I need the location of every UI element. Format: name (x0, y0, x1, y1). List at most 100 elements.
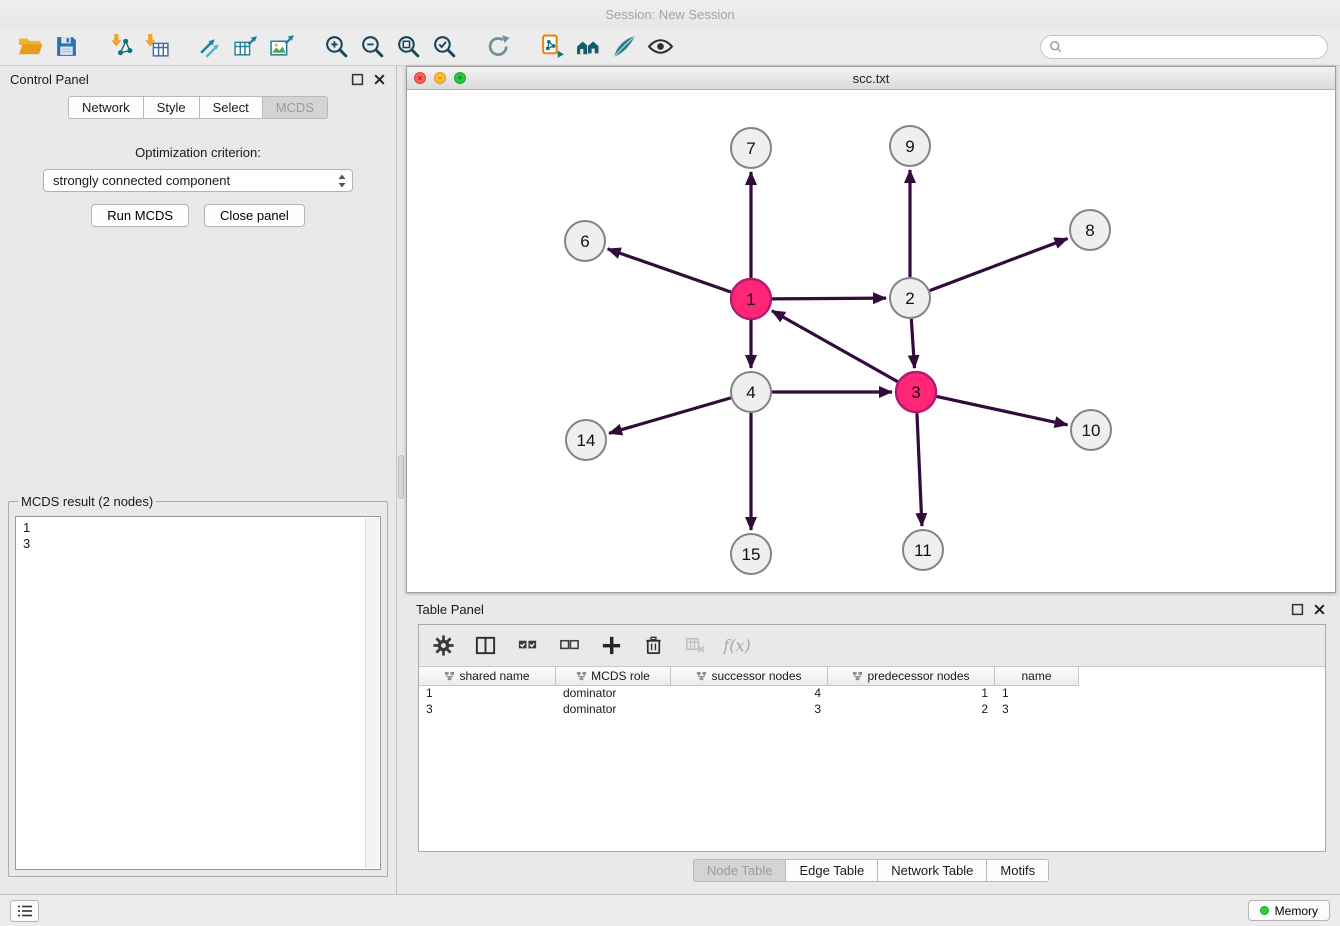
network-window: scc.txt × − + 7 9 6 8 1 2 4 3 14 10 15 11 (406, 66, 1336, 593)
graph-node[interactable]: 2 (890, 278, 930, 318)
graph-edges (608, 170, 1068, 530)
graph-node[interactable]: 1 (731, 279, 771, 319)
graph-edge[interactable] (608, 249, 732, 292)
tab-network[interactable]: Network (68, 96, 144, 119)
graph-edge[interactable] (609, 398, 731, 433)
ndex-import-button[interactable] (534, 31, 570, 63)
search-box[interactable] (1040, 35, 1328, 59)
columns-icon (474, 634, 497, 657)
graph-edge[interactable] (937, 396, 1068, 424)
control-panel: Control Panel Network Style Select MCDS … (0, 66, 397, 894)
search-input[interactable] (1068, 40, 1319, 54)
mcds-result-list[interactable]: 1 3 (15, 516, 381, 870)
float-panel-icon[interactable] (1291, 603, 1304, 616)
network-graph[interactable]: 7 9 6 8 1 2 4 3 14 10 15 11 (407, 90, 1335, 592)
graph-edge[interactable] (911, 319, 914, 368)
save-session-button[interactable] (48, 31, 84, 63)
tab-style[interactable]: Style (144, 96, 200, 119)
export-image-button[interactable] (264, 31, 300, 63)
deselect-all-columns-button[interactable] (555, 632, 583, 660)
graph-node[interactable]: 10 (1071, 410, 1111, 450)
table-cell[interactable]: 1 (828, 686, 995, 702)
graph-node-label: 10 (1082, 421, 1101, 440)
open-file-button[interactable] (12, 31, 48, 63)
apply-style-button[interactable] (606, 31, 642, 63)
network-window-titlebar[interactable]: scc.txt × − + (407, 67, 1335, 90)
import-network-button[interactable] (102, 31, 138, 63)
export-table-button[interactable] (228, 31, 264, 63)
graph-node[interactable]: 3 (896, 372, 936, 412)
table-cell[interactable]: 3 (995, 702, 1079, 718)
zoom-in-button[interactable] (318, 31, 354, 63)
window-controls: × − + (414, 72, 466, 84)
table-cell[interactable]: 1 (995, 686, 1079, 702)
table-options-button[interactable] (429, 632, 457, 660)
graph-node-label: 11 (914, 541, 932, 560)
table-cell[interactable]: 1 (419, 686, 556, 702)
graph-node[interactable]: 7 (731, 128, 771, 168)
float-panel-icon[interactable] (351, 73, 364, 86)
panel-splitter[interactable] (398, 455, 404, 499)
mcds-result-title: MCDS result (2 nodes) (18, 494, 156, 509)
table-row[interactable]: 3dominator323 (419, 702, 1325, 718)
zoom-fit-button[interactable] (390, 31, 426, 63)
zoom-fit-icon (395, 33, 422, 60)
graph-edge[interactable] (772, 311, 898, 382)
table-cell[interactable]: dominator (556, 702, 671, 718)
tab-select[interactable]: Select (200, 96, 263, 119)
column-header-mcds-role[interactable]: MCDS role (556, 667, 671, 686)
graph-node[interactable]: 14 (566, 420, 606, 460)
show-columns-button[interactable] (471, 632, 499, 660)
graph-node[interactable]: 15 (731, 534, 771, 574)
show-graphics-details-button[interactable] (642, 31, 678, 63)
criterion-select[interactable]: strongly connected component (43, 169, 353, 192)
graph-edge[interactable] (772, 298, 886, 299)
maximize-window-button[interactable]: + (454, 72, 466, 84)
result-scrollbar[interactable] (365, 518, 379, 868)
import-table-button[interactable] (138, 31, 174, 63)
zoom-selected-button[interactable] (426, 31, 462, 63)
close-panel-icon[interactable] (373, 73, 386, 86)
column-header-successor-nodes[interactable]: successor nodes (671, 667, 828, 686)
apply-layout-button[interactable] (480, 31, 516, 63)
delete-column-button[interactable] (639, 632, 667, 660)
run-mcds-button[interactable]: Run MCDS (91, 204, 189, 227)
close-panel-button[interactable]: Close panel (204, 204, 305, 227)
tab-node-table[interactable]: Node Table (693, 859, 787, 882)
graph-node[interactable]: 8 (1070, 210, 1110, 250)
graph-node-label: 7 (746, 139, 755, 158)
graph-node[interactable]: 4 (731, 372, 771, 412)
control-panel-title: Control Panel (10, 72, 89, 87)
close-window-button[interactable]: × (414, 72, 426, 84)
ndex-home-button[interactable] (570, 31, 606, 63)
column-header-predecessor-nodes[interactable]: predecessor nodes (828, 667, 995, 686)
graph-edge[interactable] (917, 413, 922, 526)
show-panels-button[interactable] (10, 900, 39, 922)
tab-mcds[interactable]: MCDS (263, 96, 328, 119)
create-column-button[interactable] (597, 632, 625, 660)
select-all-columns-button[interactable] (513, 632, 541, 660)
tab-edge-table[interactable]: Edge Table (786, 859, 878, 882)
minimize-window-button[interactable]: − (434, 72, 446, 84)
table-cell[interactable]: 2 (828, 702, 995, 718)
column-header-name[interactable]: name (995, 667, 1079, 686)
memory-button[interactable]: Memory (1248, 900, 1330, 921)
table-cell[interactable]: dominator (556, 686, 671, 702)
graph-node[interactable]: 9 (890, 126, 930, 166)
graph-edge[interactable] (930, 238, 1068, 290)
eye-icon (647, 33, 674, 60)
graph-node[interactable]: 6 (565, 221, 605, 261)
close-panel-icon[interactable] (1313, 603, 1326, 616)
tab-motifs[interactable]: Motifs (987, 859, 1049, 882)
table-cell[interactable]: 3 (419, 702, 556, 718)
graph-node[interactable]: 11 (903, 530, 943, 570)
export-network-button[interactable] (192, 31, 228, 63)
table-cell[interactable]: 4 (671, 686, 828, 702)
delete-table-icon (684, 634, 707, 657)
column-header-shared-name[interactable]: shared name (419, 667, 556, 686)
zoom-out-button[interactable] (354, 31, 390, 63)
table-cell[interactable]: 3 (671, 702, 828, 718)
table-row[interactable]: 1dominator411 (419, 686, 1325, 702)
list-icon (17, 904, 33, 918)
tab-network-table[interactable]: Network Table (878, 859, 987, 882)
